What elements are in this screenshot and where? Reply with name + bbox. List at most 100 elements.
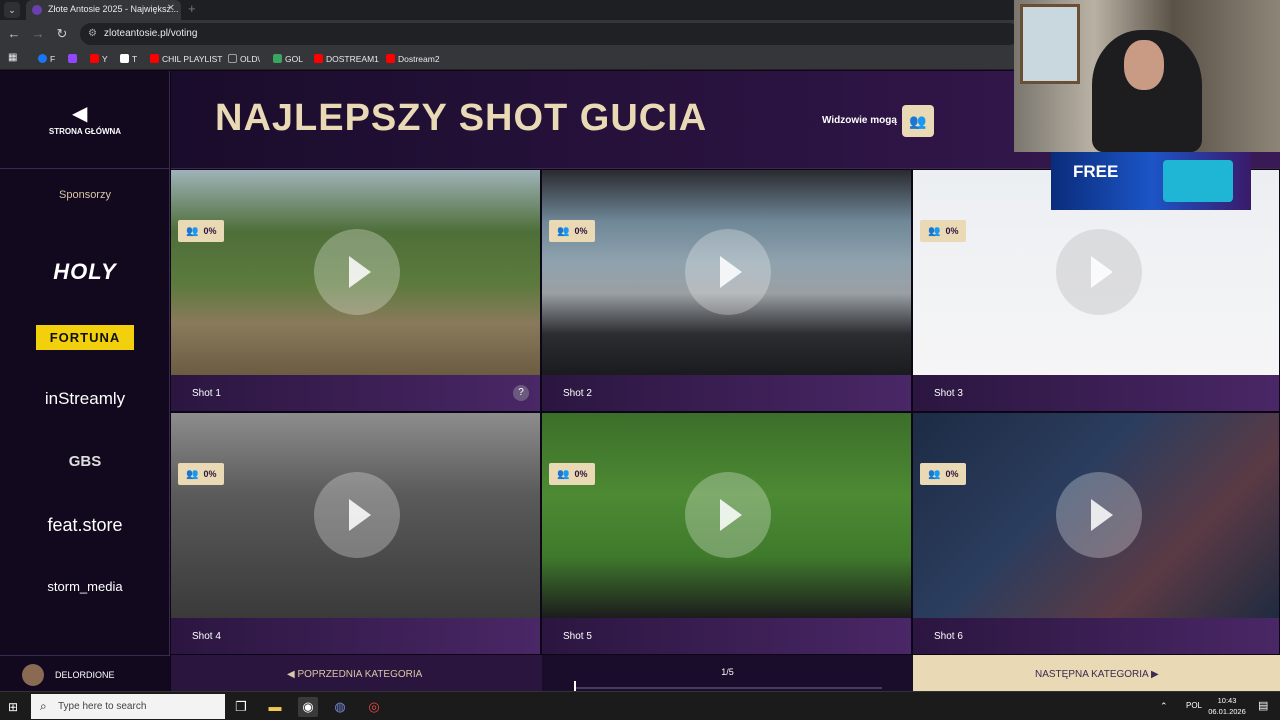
clock-time: 10:43 — [1217, 696, 1237, 705]
sponsors-heading: Sponsorzy — [59, 189, 111, 201]
taskbar: ⊞ ⌕ Type here to search ❐ ▬ ◉ ◍ ◎ ⌃ POL … — [0, 691, 1280, 720]
language-indicator[interactable]: POL — [1186, 701, 1202, 710]
previous-category-button[interactable]: ◀ POPRZEDNIA KATEGORIA — [171, 655, 542, 691]
tray-caret-icon[interactable]: ⌃ — [1160, 701, 1168, 712]
pagination: 1/5 — [542, 655, 913, 691]
shot-card[interactable]: 👥 0% Shot 2 — [542, 170, 912, 412]
bookmark-item[interactable]: F — [38, 54, 55, 64]
shot-card[interactable]: 👥 0% Shot 6 — [913, 413, 1280, 655]
shot-label: Shot 5 — [563, 631, 592, 642]
bookmark-item[interactable]: GOL — [273, 54, 303, 64]
shot-caption: Shot 2 — [542, 375, 911, 411]
shot-label: Shot 1 — [192, 388, 221, 399]
site-favicon-icon — [32, 5, 42, 15]
back-arrow-icon[interactable]: ← — [6, 26, 22, 42]
task-view-icon[interactable]: ❐ — [231, 697, 251, 717]
folder-icon — [228, 54, 237, 63]
category-navigation: DELORDIONE ◀ POPRZEDNIA KATEGORIA 1/5 NA… — [0, 655, 1280, 691]
help-icon[interactable]: ? — [513, 385, 529, 401]
users-icon: 👥 — [928, 226, 941, 237]
play-icon[interactable] — [314, 229, 400, 315]
bookmark-item[interactable]: CHIL PLAYLIST — [150, 54, 222, 64]
sponsor-fortuna-logo[interactable]: FORTUNA — [36, 325, 134, 350]
sponsor-stormmedia-logo[interactable]: storm_media — [0, 579, 170, 594]
clock[interactable]: 10:43 06.01.2026 — [1208, 695, 1246, 717]
notifications-icon[interactable]: ▤ — [1258, 699, 1268, 712]
bookmark-item[interactable]: T — [120, 54, 137, 64]
sponsor-featstore-logo[interactable]: feat.store — [0, 515, 170, 536]
arrow-left-icon: ◀ — [287, 669, 298, 680]
home-link[interactable]: ◀ STRONA GŁÓWNA — [0, 71, 170, 169]
bookmark-item[interactable]: Y — [90, 54, 108, 64]
next-category-button[interactable]: NASTĘPNA KATEGORIA ▶ — [913, 655, 1280, 691]
apps-grid-icon[interactable]: ▦ — [8, 52, 17, 63]
play-icon[interactable] — [685, 472, 771, 558]
shot-card[interactable]: 👥 0% Shot 1 ? — [171, 170, 541, 412]
shot-label: Shot 4 — [192, 631, 221, 642]
users-icon: 👥 — [557, 469, 570, 480]
close-tab-icon[interactable]: ✕ — [167, 3, 175, 14]
taskbar-search[interactable]: ⌕ Type here to search — [31, 694, 225, 719]
play-icon[interactable] — [1056, 472, 1142, 558]
sponsor-instreamly-logo[interactable]: inStreamly — [0, 389, 170, 409]
vote-percent-badge: 👥 0% — [178, 220, 225, 242]
shot-caption: Shot 4 — [171, 618, 540, 654]
arrow-left-icon: ◀ — [72, 103, 88, 125]
youtube-icon — [386, 54, 395, 63]
shot-card[interactable]: 👥 0% Shot 4 — [171, 413, 541, 655]
home-label: STRONA GŁÓWNA — [48, 127, 122, 136]
arrow-right-icon: ▶ — [1148, 669, 1159, 680]
shot-caption: Shot 6 — [913, 618, 1279, 654]
streamer-face — [1124, 40, 1164, 90]
youtube-icon — [314, 54, 323, 63]
shot-label: Shot 3 — [934, 388, 963, 399]
users-icon: 👥 — [928, 469, 941, 480]
sponsor-gbs-logo[interactable]: GBS — [0, 453, 170, 470]
twitch-icon — [68, 54, 77, 63]
bookmark-item[interactable]: Dostream2 — [386, 54, 440, 64]
vote-percent-badge: 👥 0% — [549, 463, 596, 485]
shot-label: Shot 2 — [563, 388, 592, 399]
x-icon — [120, 54, 129, 63]
vote-percent-badge: 👥 0% — [920, 220, 967, 242]
forward-arrow-icon[interactable]: → — [30, 26, 46, 42]
shot-label: Shot 6 — [934, 631, 963, 642]
url-text: zloteantosie.pl/voting — [104, 28, 198, 39]
search-icon: ⌕ — [40, 699, 47, 713]
webcam-window — [1020, 4, 1080, 84]
user-name: DELORDIONE — [55, 670, 115, 680]
discord-icon[interactable]: ◍ — [330, 697, 350, 717]
bookmark-item[interactable]: DOSTREAM1 — [314, 54, 379, 64]
viewers-group-icon[interactable]: 👥 — [902, 105, 934, 137]
recording-app-icon[interactable]: ◎ — [364, 697, 384, 717]
play-icon[interactable] — [685, 229, 771, 315]
reload-icon[interactable]: ↻ — [54, 26, 70, 42]
new-tab-button[interactable]: + — [188, 1, 196, 16]
bookmark-item[interactable] — [68, 54, 80, 64]
promo-text: FREE — [1073, 162, 1119, 181]
vote-percent-badge: 👥 0% — [920, 463, 967, 485]
shot-card[interactable]: 👥 0% Shot 5 — [542, 413, 912, 655]
windows-start-icon[interactable]: ⊞ — [8, 700, 18, 714]
tab-search-button[interactable]: ⌄ — [4, 2, 20, 18]
browser-tab[interactable]: Złote Antosie 2025 - Największ... ✕ — [26, 0, 181, 20]
shot-caption: Shot 3 — [913, 375, 1279, 411]
page-title: NAJLEPSZY SHOT GUCIA — [215, 97, 708, 139]
play-icon[interactable] — [314, 472, 400, 558]
sponsor-holy-logo[interactable]: HOLY — [0, 259, 170, 285]
vote-percent-badge: 👥 0% — [549, 220, 596, 242]
youtube-icon — [150, 54, 159, 63]
page-indicator: 1/5 — [721, 667, 734, 677]
search-placeholder: Type here to search — [58, 701, 147, 712]
play-icon[interactable] — [1056, 229, 1142, 315]
bookmark-folder[interactable]: OLD\ — [228, 54, 260, 64]
pagination-marker — [574, 681, 576, 691]
file-explorer-icon[interactable]: ▬ — [265, 697, 285, 717]
facebook-icon — [38, 54, 47, 63]
site-info-icon[interactable]: ⚙ — [88, 28, 97, 39]
user-profile[interactable]: DELORDIONE — [0, 655, 170, 691]
url-field[interactable]: ⚙ zloteantosie.pl/voting — [80, 23, 1020, 45]
youtube-icon — [90, 54, 99, 63]
chrome-icon[interactable]: ◉ — [298, 697, 318, 717]
next-category-label: NASTĘPNA KATEGORIA — [1035, 669, 1149, 680]
